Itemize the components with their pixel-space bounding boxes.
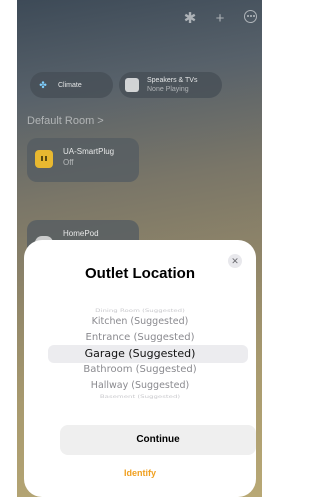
outlet-location-sheet: ✕ Outlet Location Dining Room (Suggested… — [24, 240, 256, 497]
location-picker[interactable]: Dining Room (Suggested) Kitchen (Suggeste… — [24, 304, 256, 404]
accessory-status: Off — [63, 158, 74, 167]
climate-label: Climate — [58, 81, 82, 89]
waveform-icon[interactable]: ✱ — [182, 10, 198, 27]
top-toolbar: ✱ + — [182, 10, 258, 27]
identify-button[interactable]: Identify — [24, 468, 256, 478]
plus-icon[interactable]: + — [212, 10, 228, 27]
picker-option[interactable]: Entrance (Suggested) — [24, 330, 256, 346]
sheet-title: Outlet Location — [85, 265, 195, 282]
room-title[interactable]: Default Room > — [27, 115, 104, 127]
accessory-name: HomePod — [63, 229, 99, 238]
accessory-tile-smartplug[interactable]: UA-SmartPlug Off — [27, 138, 139, 182]
speaker-tv-icon — [125, 78, 139, 92]
continue-button[interactable]: Continue — [60, 425, 256, 455]
picker-option[interactable]: Bathroom (Suggested) — [24, 362, 256, 378]
outlet-icon — [35, 150, 53, 168]
picker-option-selected[interactable]: Garage (Suggested) — [24, 346, 256, 362]
speakers-chip[interactable]: Speakers & TVs None Playing — [119, 72, 222, 98]
accessory-name: UA-SmartPlug — [63, 147, 115, 156]
speakers-label: Speakers & TVs — [147, 77, 198, 84]
picker-option[interactable]: Basement (Suggested) — [24, 392, 256, 402]
home-app-screen: ✱ + ✤ Climate Speakers & TVs None Playin… — [17, 0, 262, 497]
more-icon[interactable] — [242, 10, 258, 27]
fan-icon: ✤ — [39, 79, 47, 90]
speakers-status: None Playing — [147, 86, 189, 93]
picker-option[interactable]: Kitchen (Suggested) — [24, 314, 256, 330]
climate-chip[interactable]: ✤ Climate — [30, 72, 113, 98]
